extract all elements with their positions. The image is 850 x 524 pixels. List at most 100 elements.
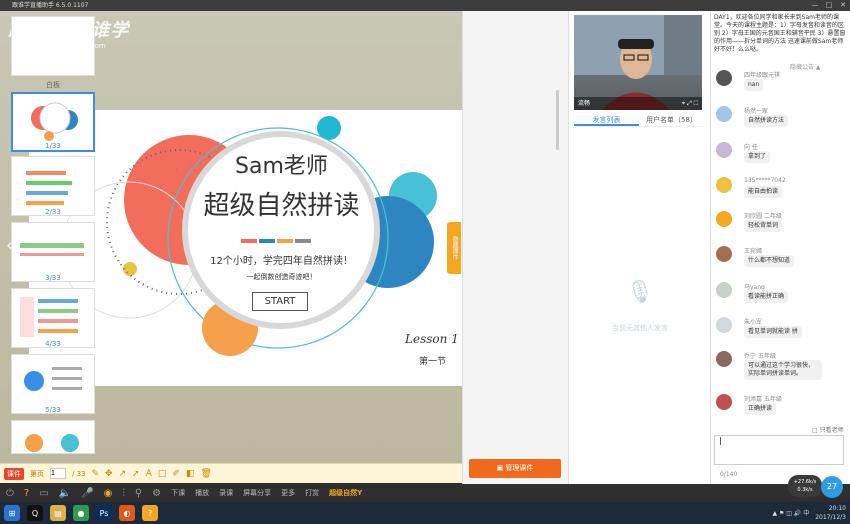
page-label: 第页 — [30, 469, 44, 478]
minimize-button[interactable]: — — [808, 0, 822, 11]
system-tray: ▲ ⚑ ◫ 🔊 中 20:10 2017/12/3 — [772, 504, 846, 522]
chat-sender: 乔宁 五年级 — [744, 353, 776, 360]
eraser-icon[interactable]: ◧ — [186, 469, 195, 479]
window-title: 跟谁学直播助手 6.5.0.1107 — [12, 2, 89, 9]
avatar[interactable] — [716, 317, 732, 333]
video-quality[interactable]: 流畅 — [578, 100, 590, 107]
hide-announcement-link[interactable]: 隐藏公告 ▲ — [790, 62, 821, 71]
pointer-icon[interactable]: ➚ — [132, 469, 140, 479]
microphone-icon: 🎙 — [626, 280, 654, 305]
help-icon[interactable]: ? — [24, 488, 29, 499]
tab-speak-list[interactable]: 发言列表 — [574, 113, 639, 126]
network-badge[interactable]: 27 — [821, 476, 843, 498]
brush-icon[interactable]: ✐ — [172, 469, 180, 479]
only-teacher-checkbox[interactable]: □ 只看老师 — [812, 425, 844, 434]
reward-button[interactable]: 打赏 — [305, 488, 319, 498]
arrow-icon[interactable]: ↗ — [119, 469, 127, 479]
page-input[interactable] — [50, 468, 66, 479]
photoshop-icon[interactable]: Ps — [96, 505, 112, 521]
firefox-icon[interactable]: ◐ — [119, 505, 135, 521]
close-button[interactable]: ✕ — [836, 0, 850, 11]
chat-sender: 四年级跟元祺 — [744, 72, 781, 79]
pen-icon[interactable]: ✎ — [92, 469, 100, 479]
page-total: / 33 — [72, 469, 86, 478]
avatar[interactable] — [716, 394, 732, 410]
thumbnails-scrollbar[interactable] — [556, 90, 559, 150]
thumbnail-preview — [24, 367, 82, 391]
equalizer-icon[interactable]: ⫶ — [122, 488, 125, 499]
start-button[interactable]: START — [252, 292, 308, 311]
manage-courseware-button[interactable]: ▣ 管理课件 — [469, 459, 561, 478]
maximize-button[interactable]: □ — [822, 0, 836, 11]
webcam-icon[interactable]: ◉ — [104, 488, 113, 499]
delete-icon[interactable]: 🗑 — [200, 469, 211, 479]
thumbnail-slide-2[interactable] — [11, 156, 95, 216]
avatar[interactable] — [716, 246, 732, 262]
gear-icon[interactable]: ⚙ — [152, 488, 161, 499]
microphone-icon[interactable]: 🎤 — [81, 488, 93, 499]
upload-speed: +27.6k/s — [793, 479, 817, 485]
genshuixue-app-icon[interactable]: ? — [142, 505, 158, 521]
avatar[interactable] — [716, 142, 732, 158]
chat-bubble: 自然拼读方法 — [744, 115, 789, 127]
avatar[interactable] — [716, 106, 732, 122]
screen-share-button[interactable]: 屏幕分享 — [243, 488, 271, 498]
move-icon[interactable]: ✥ — [105, 469, 113, 479]
record-button[interactable]: 录课 — [219, 488, 233, 498]
chat-bubble: 轻松背单词 — [744, 220, 783, 232]
chat-bubble: 看见单词就能读 拼 — [744, 326, 802, 338]
thumbnail-preview — [26, 171, 72, 205]
teacher-video — [574, 15, 702, 110]
power-icon[interactable]: ⏻ — [6, 488, 14, 499]
no-speaker-note: 当前无其他人发言 — [612, 324, 668, 332]
chat-bubble: nan — [744, 79, 764, 91]
more-button[interactable]: 更多 — [281, 488, 295, 498]
video-controls-icon[interactable]: ⌖ ⤢ ⛶ — [682, 97, 698, 110]
avatar[interactable] — [716, 351, 732, 367]
thumbnail-slide-4[interactable] — [11, 288, 95, 348]
rect-icon[interactable]: □ — [158, 469, 167, 479]
chat-input-caret: | — [719, 436, 722, 445]
course-brand: 超级自然Y — [329, 489, 363, 497]
thumbnail-preview — [20, 297, 78, 337]
section-label: 第一节 — [419, 357, 447, 367]
thumbnail-label: 4/33 — [45, 340, 61, 348]
play-button[interactable]: 播放 — [195, 488, 209, 498]
courseware-tag: 课件 — [4, 467, 24, 480]
avatar[interactable] — [716, 282, 732, 298]
chat-sender: 朱小军 — [744, 319, 763, 326]
chat-bubble: 可以通过这个学习很快，实际单词拼读单词。 — [744, 360, 822, 380]
thumbnail-label: 1/33 — [45, 142, 61, 150]
chat-input[interactable]: | — [714, 435, 844, 465]
download-speed: 0.3k/s — [797, 487, 813, 493]
browser-icon[interactable]: ● — [73, 505, 89, 521]
chat-sender: 135*****7042 — [744, 177, 786, 184]
thumbnail-slide-3[interactable] — [11, 222, 95, 282]
volume-icon[interactable]: 🔈 — [59, 488, 71, 499]
thumbnail-slide-5[interactable] — [11, 354, 95, 414]
folder-icon[interactable]: ▤ — [50, 505, 66, 521]
chat-sender: 王宛嫣 — [744, 248, 763, 255]
announcement: DAY1，欢迎各位同学和家长来到Sam老师的课堂。今天的课程主题是：1）字母发音… — [714, 14, 846, 53]
thumbnail-whiteboard[interactable] — [11, 16, 95, 76]
hide-courseware-tab[interactable]: 隐藏课件 — [447, 222, 461, 274]
camera-icon[interactable]: ▭ — [39, 488, 48, 499]
start-menu-icon[interactable]: ⊞ — [4, 505, 20, 521]
search-icon[interactable]: ⚲ — [135, 488, 142, 499]
tab-user-list[interactable]: 用户名单（58） — [639, 113, 704, 126]
tray-icons[interactable]: ▲ ⚑ ◫ 🔊 中 — [772, 509, 809, 518]
avatar[interactable] — [716, 211, 732, 227]
thumbnail-label: 白板 — [46, 81, 60, 89]
video-status-bar: 流畅 ⌖ ⤢ ⛶ — [574, 97, 702, 110]
end-class-button[interactable]: 下课 — [171, 488, 185, 498]
qq-icon[interactable]: Q — [27, 505, 43, 521]
avatar[interactable] — [716, 177, 732, 193]
thumbnail-preview — [25, 434, 79, 452]
chat-bubble: 看读能拼正确 — [744, 291, 789, 303]
clock-date: 2017/12/3 — [815, 514, 846, 521]
title-bar: 跟谁学直播助手 6.5.0.1107 — □ ✕ — [0, 0, 850, 11]
avatar[interactable] — [716, 70, 732, 86]
user-tabs: 发言列表 用户名单（58） — [574, 113, 704, 127]
thumbnail-slide-6[interactable] — [11, 420, 95, 454]
text-icon[interactable]: A — [146, 469, 152, 479]
